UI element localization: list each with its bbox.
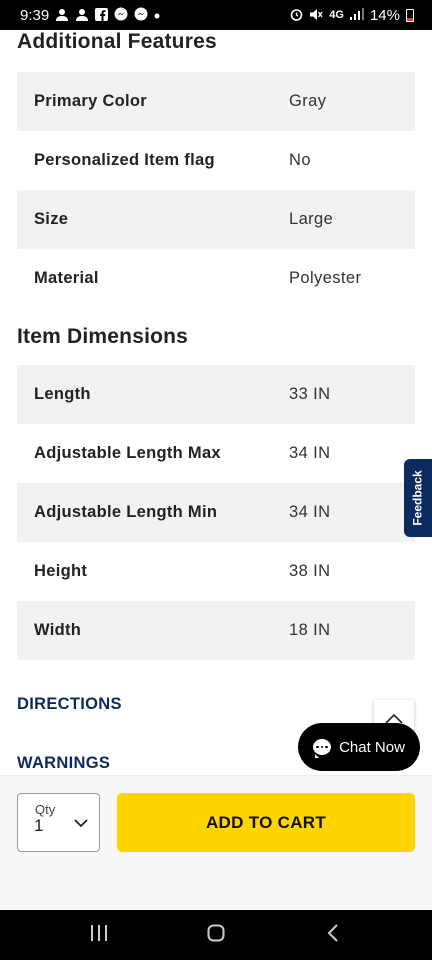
spec-value: No [289,151,311,169]
spec-value: 34 IN [289,503,331,521]
spec-label: Material [34,269,99,287]
spec-label: Length [34,385,91,403]
directions-accordion[interactable]: DIRECTIONS [17,695,122,714]
item-dimensions-table: Length 33 IN Adjustable Length Max 34 IN… [17,365,415,660]
feedback-label: Feedback [411,470,426,526]
spec-label: Adjustable Length Min [34,503,218,521]
item-dimensions-title: Item Dimensions [17,325,189,348]
table-row: Primary Color Gray [17,72,415,131]
home-icon [207,924,225,947]
qty-label: Qty [35,802,56,817]
battery-icon [406,8,414,22]
additional-features-title: Additional Features [17,30,217,53]
mute-icon [309,8,323,23]
spec-label: Size [34,210,69,228]
facebook-icon [95,7,109,23]
spec-label: Adjustable Length Max [34,444,221,462]
recent-apps-icon [90,924,108,946]
table-row: Length 33 IN [17,365,415,424]
chat-now-button[interactable]: Chat Now [298,723,420,771]
spec-value: Polyester [289,269,362,287]
spec-label: Width [34,621,82,639]
table-row: Adjustable Length Max 34 IN [17,424,415,483]
person-icon [75,8,89,23]
chat-now-label: Chat Now [339,738,405,756]
4g-icon: 4G [329,9,344,21]
recent-apps-button[interactable] [79,915,119,955]
messenger-icon [114,7,128,23]
table-row: Personalized Item flag No [17,131,415,190]
product-details: Additional Features Primary Color Gray P… [0,30,432,660]
signal-icon [349,8,364,22]
add-to-cart-button[interactable]: ADD TO CART [117,793,415,852]
warnings-accordion[interactable]: WARNINGS [17,754,110,773]
spec-value: 34 IN [289,444,331,462]
spec-label: Height [34,562,88,580]
spec-value: 18 IN [289,621,331,639]
battery-percent: 14% [369,6,400,24]
messenger-icon [134,7,148,23]
table-row: Adjustable Length Min 34 IN [17,483,415,542]
person-icon [55,8,69,23]
cart-bar: Qty 1 ADD TO CART [0,775,432,910]
back-icon [327,923,339,947]
back-button[interactable] [313,915,353,955]
chat-bubble-icon [313,739,332,758]
table-row: Height 38 IN [17,542,415,601]
additional-features-table: Primary Color Gray Personalized Item fla… [17,72,415,308]
status-left: 9:39 [20,7,160,24]
spec-value: Gray [289,92,327,110]
quantity-select[interactable]: Qty 1 [17,793,100,852]
chevron-down-icon [74,815,88,833]
alarm-icon [290,8,303,23]
table-row: Material Polyester [17,249,415,308]
status-time: 9:39 [20,6,50,24]
dot-icon [154,9,160,21]
system-nav-bar [0,910,432,960]
spec-value: 38 IN [289,562,331,580]
qty-value: 1 [34,816,44,835]
table-row: Size Large [17,190,415,249]
spec-value: 33 IN [289,385,331,403]
spec-label: Primary Color [34,92,148,110]
spec-label: Personalized Item flag [34,151,215,169]
home-button[interactable] [196,915,236,955]
feedback-tab[interactable]: Feedback [404,459,432,537]
table-row: Width 18 IN [17,601,415,660]
status-right: 4G 14% [290,7,414,24]
status-bar: 9:39 4G 14% [0,0,432,30]
spec-value: Large [289,210,334,228]
